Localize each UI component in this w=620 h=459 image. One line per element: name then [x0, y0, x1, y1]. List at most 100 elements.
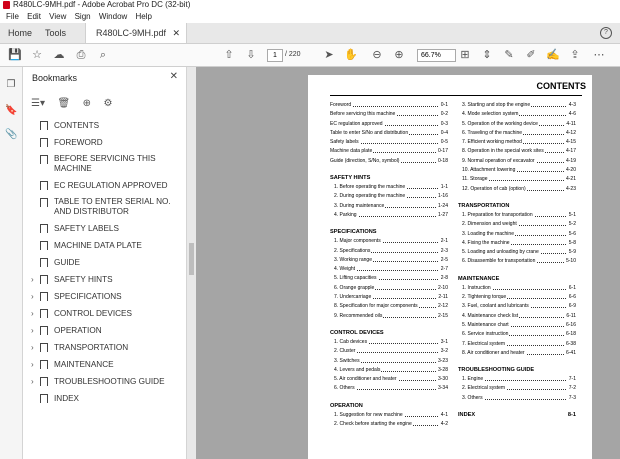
toc-entry: 3. Loading the machine 5-6: [458, 229, 576, 239]
comment-icon[interactable]: ✎: [502, 48, 516, 62]
bookmark-item[interactable]: MACHINE DATA PLATE: [23, 237, 186, 254]
close-tab-icon[interactable]: ✕: [172, 23, 180, 43]
bookmark-item[interactable]: CONTENTS: [23, 117, 186, 134]
zoom-in-icon[interactable]: ⊕: [392, 48, 406, 62]
toc-column-left: Foreword 0-1 Before servicing this machine…: [330, 101, 448, 430]
page-number-input[interactable]: 1: [267, 49, 283, 62]
toc-entry: Guide (direction, S/No, symbol) 0-18: [330, 156, 448, 167]
chevron-right-icon[interactable]: ›: [31, 322, 34, 339]
bookmark-icon: [40, 258, 48, 267]
hand-tool-icon[interactable]: ✋: [344, 48, 358, 62]
bookmark-star-icon[interactable]: ☆: [30, 48, 44, 62]
toc-entry-text: 5. Air conditioner and heater: [330, 375, 398, 385]
bookmark-item[interactable]: INDEX: [23, 390, 186, 407]
chevron-right-icon[interactable]: ›: [31, 271, 34, 288]
bookmark-item[interactable]: GUIDE: [23, 254, 186, 271]
toc-entry-text: Guide (direction, S/No, symbol): [330, 156, 401, 167]
toc-entry: 6. Service instruction 6-18: [458, 330, 576, 340]
print-icon[interactable]: ⎙: [74, 48, 88, 62]
toc-entry-text: 4. Parking: [330, 210, 358, 221]
help-icon[interactable]: ?: [600, 27, 612, 39]
bookmark-item[interactable]: BEFORE SERVICING THIS MACHINE: [23, 151, 186, 177]
bookmark-properties-icon[interactable]: ⚙: [103, 98, 112, 109]
bookmark-item[interactable]: › TRANSPORTATION: [23, 339, 186, 356]
chevron-right-icon[interactable]: ›: [31, 356, 34, 373]
toc-page-number: 5-9: [567, 248, 576, 258]
toc-entry-text: 3. Fuel, coolant and lubricants: [458, 302, 530, 312]
share-icon[interactable]: ⇪: [568, 48, 582, 62]
close-panel-icon[interactable]: ✕: [170, 71, 178, 82]
panel-collapse-handle[interactable]: [189, 243, 194, 275]
toc-entry: 9. Recommended oils 2-15: [330, 311, 448, 321]
highlight-icon[interactable]: ✐: [524, 48, 538, 62]
bookmark-item[interactable]: › SPECIFICATIONS: [23, 288, 186, 305]
toc-entry: 2. Tightening torque 6-6: [458, 293, 576, 303]
menu-sign[interactable]: Sign: [75, 10, 91, 23]
bookmarks-panel-icon[interactable]: 🔖: [5, 105, 17, 117]
scroll-mode-icon[interactable]: ⇕: [480, 48, 494, 62]
upload-cloud-icon[interactable]: ☁: [52, 48, 66, 62]
document-viewer[interactable]: CONTENTS Foreword 0-1 Before servicing thi…: [196, 67, 620, 459]
bookmark-item[interactable]: › CONTROL DEVICES: [23, 305, 186, 322]
chevron-right-icon[interactable]: ›: [31, 288, 34, 305]
menu-edit[interactable]: Edit: [27, 10, 41, 23]
toc-page-number: 4-12: [564, 128, 576, 139]
bookmark-options-icon[interactable]: ☰▾: [31, 98, 45, 109]
previous-page-icon[interactable]: ⇧: [222, 48, 236, 62]
toc-entry-text: 1. Preparation for transportation: [458, 210, 534, 221]
page-thumbnails-icon[interactable]: ❐: [5, 79, 17, 91]
bookmark-item[interactable]: › SAFETY HINTS: [23, 271, 186, 288]
toc-entry: 5. Loading and unloading by crane 5-9: [458, 248, 576, 258]
toc-page-number: 6-41: [564, 348, 576, 359]
toc-page-number: 1-16: [436, 192, 448, 202]
menu-view[interactable]: View: [49, 10, 66, 23]
toc-entry: 6. Disassemble for transportation 5-10: [458, 257, 576, 267]
menu-window[interactable]: Window: [99, 10, 127, 23]
next-page-icon[interactable]: ⇩: [244, 48, 258, 62]
save-icon[interactable]: 💾: [8, 48, 22, 62]
toc-entry-text: 1. Before operating the machine: [330, 183, 407, 193]
toc-page-number: 2-10: [436, 283, 448, 294]
toc-entry-text: 3. Working range: [330, 255, 373, 266]
toc-entry-text: 8. Operation in the special work sites: [458, 147, 545, 157]
toc-page-number: 5-1: [567, 210, 576, 221]
select-cursor-icon[interactable]: ➤: [322, 48, 336, 62]
chevron-right-icon[interactable]: ›: [31, 305, 34, 322]
bookmark-tools: ☰▾ 🗑 ⊕ ⚙: [31, 93, 120, 109]
bookmark-label: GUIDE: [54, 258, 80, 267]
new-bookmark-icon[interactable]: ⊕: [83, 98, 91, 109]
toc-entry-text: 4. Fixing the machine: [458, 238, 511, 249]
bookmark-item[interactable]: EC REGULATION APPROVED: [23, 177, 186, 194]
tab-home[interactable]: Home: [8, 23, 32, 43]
toc-page-number: 6-9: [567, 302, 576, 312]
bookmark-item[interactable]: TABLE TO ENTER SERIAL NO. AND DISTRIBUTO…: [23, 194, 186, 220]
bookmark-item[interactable]: › MAINTENANCE: [23, 356, 186, 373]
bookmark-icon: [40, 224, 48, 233]
attachments-icon[interactable]: 📎: [5, 129, 17, 141]
chevron-right-icon[interactable]: ›: [31, 339, 34, 356]
menu-help[interactable]: Help: [136, 10, 152, 23]
draw-icon[interactable]: ✍: [546, 48, 560, 62]
menu-file[interactable]: File: [6, 10, 19, 23]
search-icon[interactable]: ⌕: [96, 48, 110, 62]
bookmark-icon: [40, 241, 48, 250]
tab-document[interactable]: R480LC-9MH.pdf ✕: [85, 23, 187, 43]
toc-entry-text: 2. Check before starting the engine: [330, 420, 413, 430]
toc-entry-text: 6. Traveling of the machine: [458, 128, 524, 139]
navigation-rail: ❐ 🔖 📎: [0, 67, 23, 459]
toc-entry-text: 8. Specification for major components: [330, 302, 419, 312]
bookmark-item[interactable]: SAFETY LABELS: [23, 220, 186, 237]
chevron-right-icon[interactable]: ›: [31, 373, 34, 390]
toc-page-number: 2-12: [436, 302, 448, 312]
panel-divider[interactable]: [187, 67, 196, 459]
bookmark-item[interactable]: › OPERATION: [23, 322, 186, 339]
bookmark-icon: [40, 155, 48, 164]
zoom-out-icon[interactable]: ⊖: [370, 48, 384, 62]
tab-tools[interactable]: Tools: [45, 23, 66, 43]
delete-bookmark-icon[interactable]: 🗑: [57, 98, 70, 109]
bookmark-item[interactable]: › TROUBLESHOOTING GUIDE: [23, 373, 186, 390]
bookmark-item[interactable]: FOREWORD: [23, 134, 186, 151]
fit-page-icon[interactable]: ⊞: [458, 48, 472, 62]
more-tools-icon[interactable]: ⋯: [592, 48, 606, 62]
zoom-level-select[interactable]: 66.7%: [417, 49, 456, 62]
